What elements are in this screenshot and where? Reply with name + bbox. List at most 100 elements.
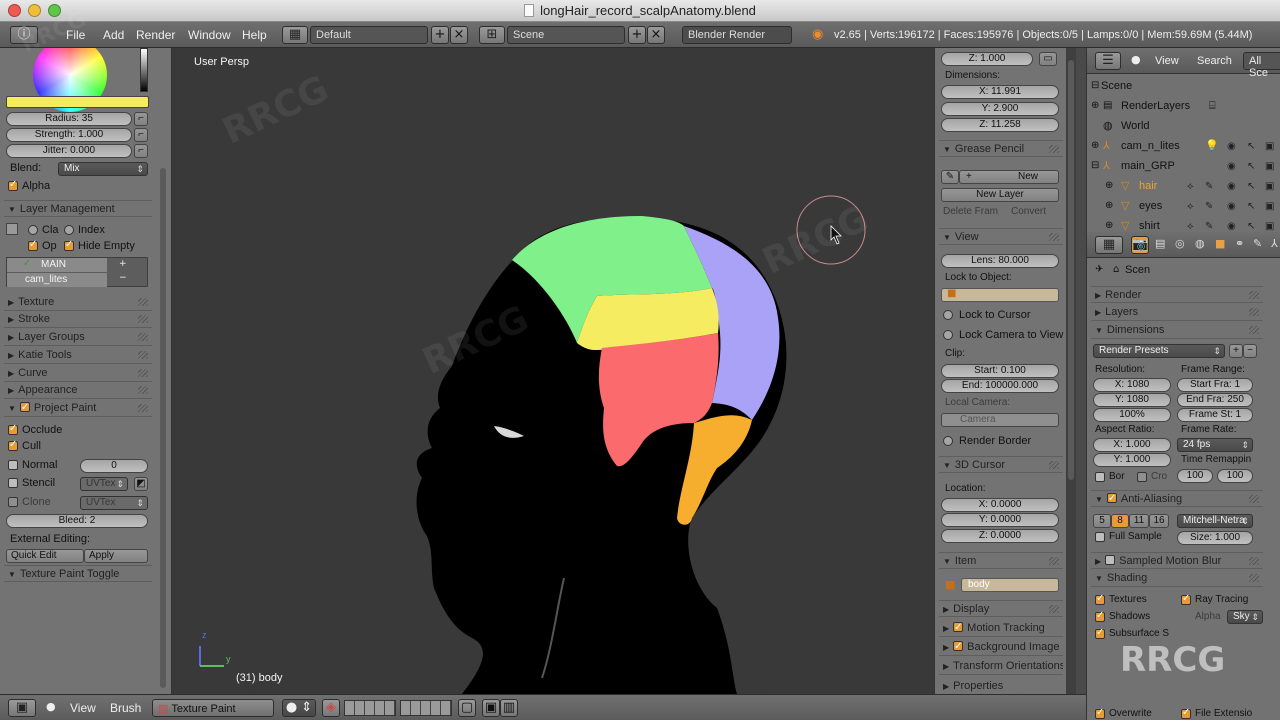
expand-icon[interactable]: ⊕ xyxy=(1105,180,1113,191)
radius-field[interactable]: Radius: 35 xyxy=(6,112,132,126)
brush-color-swatch[interactable] xyxy=(6,96,149,108)
select-arrow-icon[interactable]: ↖ xyxy=(1247,161,1255,172)
menu-view[interactable]: View xyxy=(70,701,96,715)
layer-buttons[interactable] xyxy=(344,700,396,716)
menu-window[interactable]: Window xyxy=(188,28,231,42)
delete-frame-button[interactable]: Delete Fram xyxy=(943,206,998,217)
select-arrow-icon[interactable]: ↖ xyxy=(1247,221,1255,232)
op-checkbox[interactable] xyxy=(28,239,38,251)
display-section[interactable]: ▶ Display xyxy=(939,600,1063,617)
outliner-item-main-grp[interactable]: ⊟ ⅄ main_GRP ◉ ↖ ▣ xyxy=(1087,158,1280,178)
stencil-layer-dropdown[interactable]: UVTex xyxy=(80,477,128,491)
full-sample-checkbox[interactable] xyxy=(1095,532,1105,542)
lens-field[interactable]: Lens: 80.000 xyxy=(941,254,1059,268)
modifiers-tab-icon[interactable]: ✎ xyxy=(1253,237,1262,250)
layer-remove-icon[interactable]: − xyxy=(119,273,127,283)
alpha-checkbox[interactable] xyxy=(8,179,18,191)
render-border-toggle[interactable] xyxy=(943,436,953,446)
local-camera-field[interactable]: Camera xyxy=(941,413,1059,427)
quick-edit-button[interactable]: Quick Edit xyxy=(6,549,84,563)
render-camera-icon[interactable]: ▣ xyxy=(1265,201,1274,212)
world-tab-icon[interactable]: ◍ xyxy=(1195,237,1205,250)
stencil-checkbox[interactable] xyxy=(8,478,18,488)
layer-row-main[interactable]: ✓ MAIN xyxy=(7,258,107,272)
dimension-y-field[interactable]: Y: 2.900 xyxy=(941,102,1059,116)
menu-file[interactable]: File xyxy=(66,28,85,42)
lock-object-field[interactable]: ■ xyxy=(941,288,1059,302)
border-checkbox[interactable] xyxy=(1095,472,1105,482)
jitter-field[interactable]: Jitter: 0.000 xyxy=(6,144,132,158)
clone-checkbox[interactable] xyxy=(8,497,18,507)
lock-scene-icon[interactable]: ▢ xyxy=(458,699,476,717)
outliner-view-menu[interactable]: View xyxy=(1155,55,1179,67)
visibility-eye-icon[interactable]: ◉ xyxy=(1227,221,1236,232)
crop-checkbox[interactable] xyxy=(1137,472,1147,482)
object-tab-icon[interactable]: ■ xyxy=(1215,237,1225,250)
lock-camera-to-view-toggle[interactable] xyxy=(943,330,953,340)
head-model[interactable] xyxy=(172,48,934,694)
cursor-z-field[interactable]: Z: 0.0000 xyxy=(941,529,1059,543)
file-extensions-checkbox[interactable] xyxy=(1181,707,1191,719)
strength-field[interactable]: Strength: 1.000 xyxy=(6,128,132,142)
viewport-properties-scrollbar[interactable] xyxy=(1068,60,1074,480)
outliner-item-eyes[interactable]: ⊕ ▽ eyes ⟡ ✎ ◉ ↖ ▣ xyxy=(1087,198,1280,218)
stroke-section[interactable]: ▶ Stroke xyxy=(4,311,152,328)
screen-layout-icon[interactable]: ▦ xyxy=(282,26,308,44)
cursor-x-field[interactable]: X: 0.0000 xyxy=(941,498,1059,512)
remove-preset-button[interactable]: − xyxy=(1243,344,1257,358)
convert-button[interactable]: Convert xyxy=(1011,206,1046,217)
tool-shelf-scrollbar[interactable] xyxy=(160,168,166,688)
shadows-checkbox[interactable] xyxy=(1095,610,1105,622)
aa-filter-dropdown[interactable]: Mitchell-Netra xyxy=(1177,514,1253,528)
editor-type-3d-view-icon[interactable]: ▣ xyxy=(8,699,36,717)
project-paint-checkbox[interactable] xyxy=(19,400,30,416)
dimension-x-field[interactable]: X: 11.991 xyxy=(941,85,1059,99)
start-frame-field[interactable]: Start Fra: 1 xyxy=(1177,378,1253,392)
grease-pencil-icon[interactable]: ✎ xyxy=(941,170,959,184)
render-context-tab[interactable]: 📷 xyxy=(1131,236,1149,254)
menu-render[interactable]: Render xyxy=(136,28,175,42)
item-name-field[interactable]: body xyxy=(961,578,1059,592)
clone-layer-dropdown[interactable]: UVTex xyxy=(80,496,148,510)
cull-checkbox[interactable] xyxy=(8,439,18,451)
render-camera-icon[interactable]: ▣ xyxy=(1265,141,1274,152)
new-layer-button[interactable]: New Layer xyxy=(941,188,1059,202)
aa-samples-8[interactable]: 8 xyxy=(1111,514,1129,528)
texture-section[interactable]: ▶ Texture xyxy=(4,294,152,311)
visibility-eye-icon[interactable]: ◉ xyxy=(1227,161,1236,172)
layers-panel[interactable]: ▶ Layers xyxy=(1091,304,1263,321)
expand-icon[interactable]: ⊕ xyxy=(1105,200,1113,211)
scene-tab-icon[interactable]: ◎ xyxy=(1175,237,1185,250)
render-engine-dropdown[interactable]: Blender Render xyxy=(682,26,792,44)
blend-dropdown[interactable]: Mix xyxy=(58,162,148,176)
resolution-y-field[interactable]: Y: 1080 xyxy=(1093,393,1171,407)
viewport-shading-icon[interactable]: ● ⇕ xyxy=(282,699,316,717)
remove-scene-button[interactable]: × xyxy=(647,26,665,44)
screen-layout-field[interactable]: Default xyxy=(310,26,428,44)
collapse-icon[interactable]: ⊟ xyxy=(1091,160,1099,171)
layer-visible-check-icon[interactable]: ✓ xyxy=(23,258,31,269)
aspect-y-field[interactable]: Y: 1.000 xyxy=(1093,453,1171,467)
layer-groups-section[interactable]: ▶ Layer Groups xyxy=(4,329,152,346)
motion-tracking-checkbox[interactable] xyxy=(953,620,964,636)
render-presets-dropdown[interactable]: Render Presets xyxy=(1093,344,1225,358)
shading-panel[interactable]: ▼ Shading xyxy=(1091,570,1263,587)
cursor-y-field[interactable]: Y: 0.0000 xyxy=(941,513,1059,527)
add-preset-button[interactable]: + xyxy=(1229,344,1243,358)
pin-icon[interactable]: ✈ xyxy=(1095,264,1103,275)
constraints-tab-icon[interactable]: ⚭ xyxy=(1235,237,1244,250)
dimension-z-field[interactable]: Z: 11.258 xyxy=(941,118,1059,132)
alpha-mode-dropdown[interactable]: Sky xyxy=(1227,610,1263,624)
index-radio[interactable] xyxy=(64,225,74,235)
katie-tools-section[interactable]: ▶ Katie Tools xyxy=(4,347,152,364)
render-icon[interactable]: ⌸ xyxy=(1209,99,1216,113)
view-section[interactable]: ▼ View xyxy=(939,228,1063,245)
outliner-item-cam-n-lites[interactable]: ⊕ ⅄ cam_n_lites 💡 ◉ ↖ ▣ xyxy=(1087,138,1280,158)
textures-checkbox[interactable] xyxy=(1095,593,1105,605)
transform-orientations-section[interactable]: ▶ Transform Orientations xyxy=(939,658,1063,675)
scene-field[interactable]: Scene xyxy=(507,26,625,44)
clip-start-field[interactable]: Start: 0.100 xyxy=(941,364,1059,378)
3d-viewport[interactable]: User Persp z y (31) body xyxy=(172,48,934,694)
value-slider[interactable] xyxy=(140,48,148,92)
menu-brush[interactable]: Brush xyxy=(110,701,141,715)
